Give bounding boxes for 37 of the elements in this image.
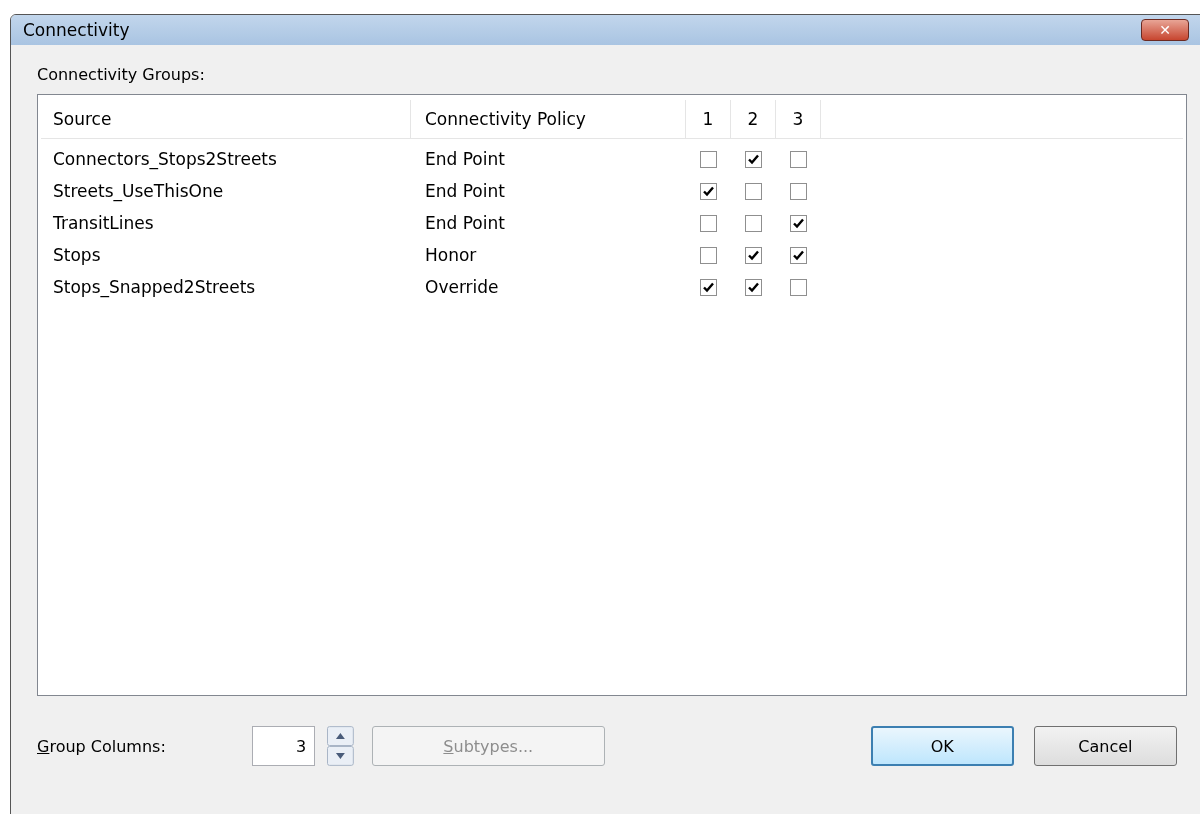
checkbox[interactable] xyxy=(745,278,762,296)
policy-cell: End Point xyxy=(425,149,505,169)
checkbox[interactable] xyxy=(700,150,717,168)
source-cell: Streets_UseThisOne xyxy=(53,181,224,201)
checkbox[interactable] xyxy=(745,150,762,168)
column-header[interactable]: 2 xyxy=(731,100,776,138)
source-cell: Stops_Snapped2Streets xyxy=(53,277,256,297)
source-cell: TransitLines xyxy=(53,213,154,233)
checkbox[interactable] xyxy=(700,182,717,200)
policy-cell: End Point xyxy=(425,181,505,201)
checkbox[interactable] xyxy=(745,246,762,264)
column-header[interactable]: 3 xyxy=(776,100,821,138)
policy-cell: Override xyxy=(425,277,499,297)
checkbox[interactable] xyxy=(700,278,717,296)
group-columns-field[interactable]: 3 xyxy=(251,726,316,766)
checkbox[interactable] xyxy=(790,246,807,264)
policy-cell: End Point xyxy=(425,213,505,233)
source-cell: Stops xyxy=(53,245,101,265)
checkbox[interactable] xyxy=(700,246,717,264)
window-title: Connectivity xyxy=(23,20,130,40)
column-header[interactable]: 1 xyxy=(686,100,731,138)
ok-button[interactable]: OK xyxy=(870,726,1014,766)
checkbox[interactable] xyxy=(745,214,762,232)
checkbox[interactable] xyxy=(790,150,807,168)
group-columns-label: Group Columns: xyxy=(37,736,167,756)
checkbox[interactable] xyxy=(790,214,807,232)
groups-label: Connectivity Groups: xyxy=(37,65,206,84)
spinner-icon[interactable] xyxy=(327,726,354,766)
cancel-button[interactable]: Cancel xyxy=(1033,726,1177,766)
column-header[interactable]: Connectivity Policy xyxy=(411,100,686,138)
checkbox[interactable] xyxy=(790,278,807,296)
source-cell: Connectors_Stops2Streets xyxy=(53,149,277,169)
checkbox[interactable] xyxy=(700,214,717,232)
policy-cell: Honor xyxy=(425,245,477,265)
column-header[interactable]: Source xyxy=(41,100,411,138)
checkbox[interactable] xyxy=(745,182,762,200)
checkbox[interactable] xyxy=(790,182,807,200)
